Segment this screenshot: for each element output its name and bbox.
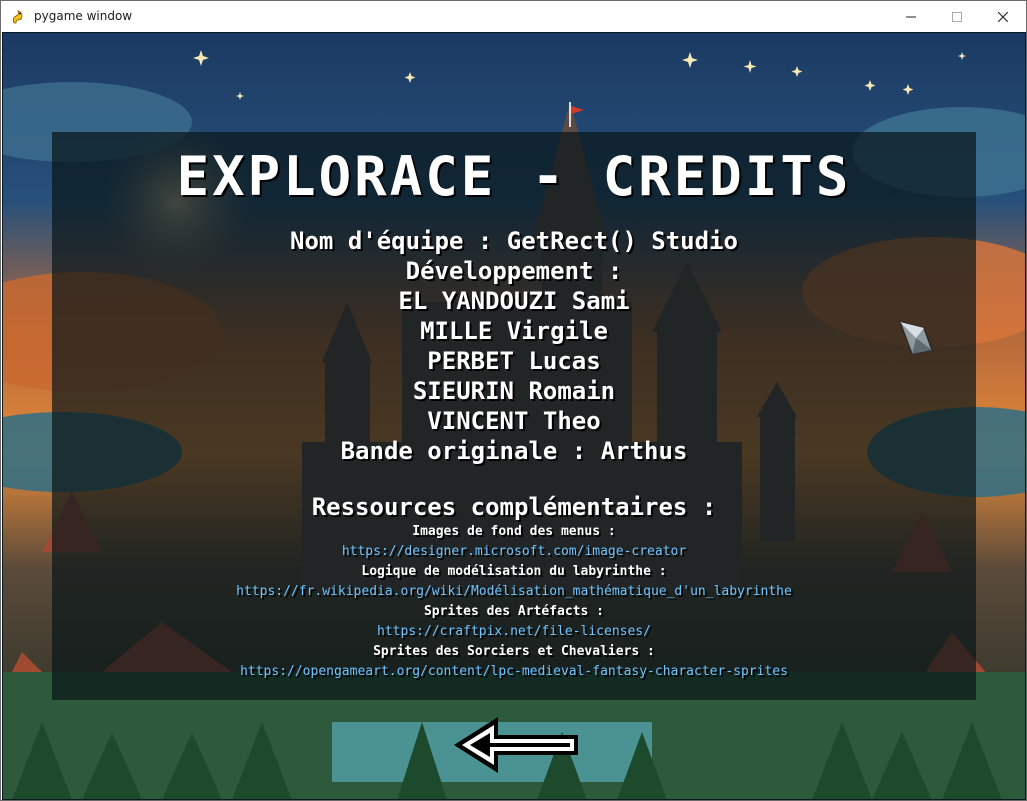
developer-name: SIEURIN Romain <box>412 377 616 405</box>
developer-name: MILLE Virgile <box>420 317 608 345</box>
cursor-icon <box>898 320 934 355</box>
minimize-button[interactable] <box>888 1 934 32</box>
resources-heading: Ressources complémentaires : <box>311 493 717 521</box>
minimize-icon <box>906 16 916 17</box>
resource-label: Logique de modélisation du labyrinthe : <box>361 564 667 579</box>
developer-name: EL YANDOUZI Sami <box>398 287 630 315</box>
resource-label: Images de fond des menus : <box>412 524 616 539</box>
resource-label: Sprites des Artéfacts : <box>423 604 604 619</box>
music-credit: Bande originale : Arthus <box>340 437 688 465</box>
close-button[interactable] <box>980 1 1026 32</box>
resource-link[interactable]: https://craftpix.net/file-licenses/ <box>2 624 1026 639</box>
game-screen: EXPLORACE - CREDITS Nom d'équipe : GetRe… <box>2 32 1026 800</box>
developer-name: VINCENT Theo <box>427 407 601 435</box>
resource-link[interactable]: https://fr.wikipedia.org/wiki/Modélisati… <box>2 584 1026 599</box>
resource-link[interactable]: https://opengameart.org/content/lpc-medi… <box>2 664 1026 679</box>
title-bar[interactable]: pygame window <box>1 1 1026 32</box>
close-icon <box>998 11 1008 22</box>
maximize-button[interactable] <box>934 1 980 32</box>
developer-name: PERBET Lucas <box>427 347 601 375</box>
back-arrow-button[interactable] <box>450 715 582 775</box>
maximize-icon <box>952 11 962 22</box>
pygame-window: pygame window EXPLORACE - CREDITS Nom d'… <box>0 0 1027 801</box>
back-arrow-icon <box>454 717 578 773</box>
team-name: Nom d'équipe : GetRect() Studio <box>290 227 738 255</box>
window-title: pygame window <box>34 9 133 23</box>
development-heading: Développement : <box>405 257 623 285</box>
pygame-snake-icon <box>10 9 26 25</box>
resource-link[interactable]: https://designer.microsoft.com/image-cre… <box>2 544 1026 559</box>
credits-title: EXPLORACE - CREDITS <box>176 145 852 208</box>
resource-label: Sprites des Sorciers et Chevaliers : <box>373 644 655 659</box>
